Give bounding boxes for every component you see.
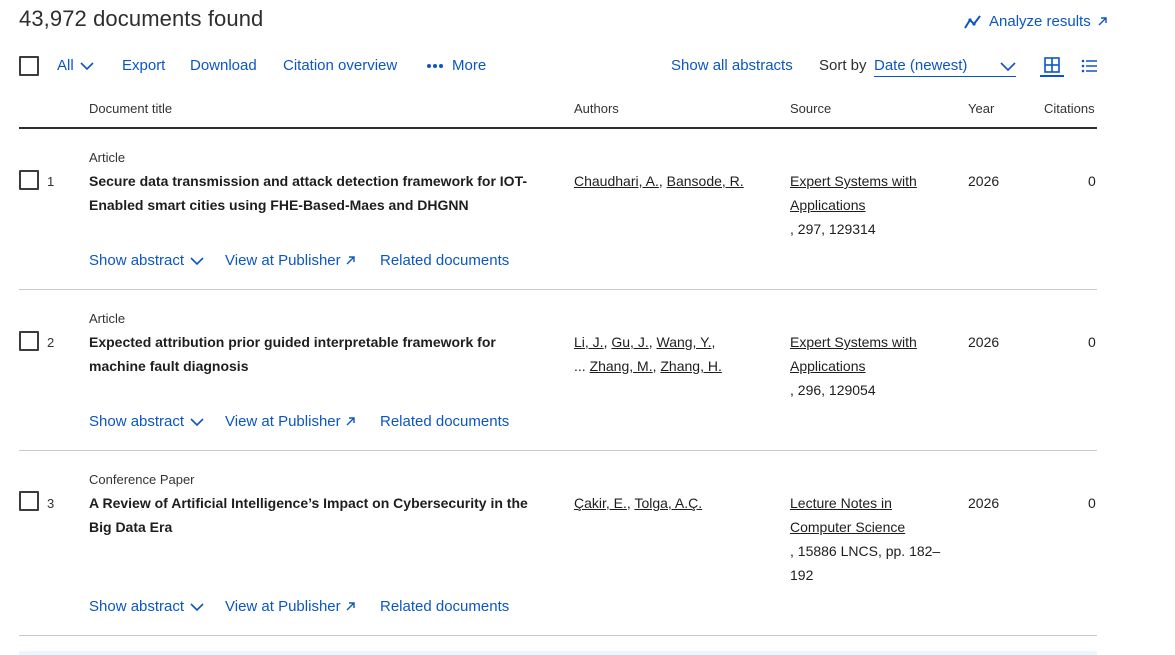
source-cell: Expert Systems with Applications , 297, … — [790, 169, 950, 241]
view-at-publisher-link[interactable]: View at Publisher — [225, 413, 380, 430]
source-cell: Expert Systems with Applications , 296, … — [790, 330, 950, 402]
sort-select[interactable]: Date (newest) — [874, 55, 1016, 77]
select-all-label: All — [57, 57, 74, 74]
citations-count[interactable]: 0 — [1088, 173, 1096, 189]
column-header-year[interactable]: Year — [968, 101, 994, 116]
source-link[interactable]: Lecture Notes in Computer Science — [790, 495, 905, 535]
column-header-authors[interactable]: Authors — [574, 101, 619, 116]
table-view-icon — [1044, 57, 1060, 73]
more-dots-icon — [427, 63, 443, 68]
source-link[interactable]: Expert Systems with Applications — [790, 334, 917, 374]
document-type: Article — [89, 311, 126, 326]
document-type: Article — [89, 150, 126, 165]
authors-ellipsis: ... — [574, 358, 586, 374]
show-abstract-button[interactable]: Show abstract — [89, 413, 225, 430]
list-view-icon — [1081, 59, 1097, 73]
author-link[interactable]: Çakir, E. — [574, 495, 627, 511]
grid-view-button[interactable] — [1040, 55, 1064, 77]
analyze-results-label: Analyze results — [989, 13, 1091, 30]
row-checkbox[interactable] — [19, 331, 39, 351]
related-documents-link[interactable]: Related documents — [380, 252, 509, 269]
year-value: 2026 — [968, 495, 1000, 511]
show-abstract-label: Show abstract — [89, 413, 185, 430]
external-arrow-icon — [1098, 17, 1107, 26]
chevron-down-icon — [190, 417, 204, 426]
authors-list: Çakir, E., Tolga, A.Ç. — [574, 495, 703, 511]
row-checkbox[interactable] — [19, 170, 39, 190]
author-link[interactable]: Tolga, A.Ç. — [634, 495, 702, 511]
row-divider — [19, 635, 1097, 636]
source-detail: , 297, 129314 — [790, 221, 876, 237]
author-link[interactable]: Li, J. — [574, 334, 604, 350]
authors-list: Li, J., Gu, J., Wang, Y., ... Zhang, M.,… — [574, 334, 722, 374]
analyze-results-link[interactable]: Analyze results — [963, 13, 1108, 30]
row-actions: Show abstract View at Publisher Related … — [89, 252, 509, 269]
citations-count[interactable]: 0 — [1088, 334, 1096, 350]
chevron-down-icon — [190, 256, 204, 265]
row-actions: Show abstract View at Publisher Related … — [89, 413, 509, 430]
author-link[interactable]: Gu, J. — [611, 334, 648, 350]
row-divider — [19, 289, 1097, 290]
chevron-down-icon — [1000, 62, 1016, 71]
show-abstract-label: Show abstract — [89, 252, 185, 269]
row-number: 1 — [47, 174, 55, 189]
external-arrow-icon — [346, 256, 355, 265]
view-at-publisher-link[interactable]: View at Publisher — [225, 598, 380, 615]
citations-count[interactable]: 0 — [1088, 495, 1096, 511]
source-link[interactable]: Expert Systems with Applications — [790, 173, 917, 213]
document-title-link[interactable]: Expected attribution prior guided interp… — [89, 330, 529, 378]
show-abstract-button[interactable]: Show abstract — [89, 252, 225, 269]
row-checkbox[interactable] — [19, 491, 39, 511]
year-value: 2026 — [968, 334, 1000, 350]
document-type: Conference Paper — [89, 472, 195, 487]
show-all-abstracts-button[interactable]: Show all abstracts — [671, 57, 793, 74]
document-title-link[interactable]: A Review of Artificial Intelligence’s Im… — [89, 491, 529, 539]
column-header-source[interactable]: Source — [790, 101, 831, 116]
show-abstract-button[interactable]: Show abstract — [89, 598, 225, 615]
list-view-button[interactable] — [1077, 55, 1101, 77]
year-value: 2026 — [968, 173, 1000, 189]
source-cell: Lecture Notes in Computer Science , 1588… — [790, 491, 950, 587]
view-at-publisher-label: View at Publisher — [225, 598, 341, 615]
view-at-publisher-label: View at Publisher — [225, 252, 341, 269]
author-link[interactable]: Wang, Y. — [657, 334, 712, 350]
row-number: 2 — [47, 335, 55, 350]
trend-chart-icon — [964, 14, 981, 29]
source-detail: , 296, 129054 — [790, 382, 876, 398]
source-detail: , 15886 LNCS, pp. 182–192 — [790, 543, 941, 583]
row-actions: Show abstract View at Publisher Related … — [89, 598, 509, 615]
next-row-highlight — [19, 651, 1097, 655]
show-abstract-label: Show abstract — [89, 598, 185, 615]
column-header-citations[interactable]: Citations — [1044, 101, 1095, 116]
select-all-checkbox[interactable] — [19, 56, 39, 76]
header-divider — [19, 127, 1097, 129]
chevron-down-icon — [80, 61, 94, 70]
author-link[interactable]: Zhang, H. — [660, 358, 721, 374]
citation-overview-button[interactable]: Citation overview — [283, 57, 397, 74]
external-arrow-icon — [346, 417, 355, 426]
sort-by-label: Sort by — [819, 57, 867, 74]
more-button[interactable]: More — [426, 57, 486, 74]
more-label: More — [452, 57, 487, 74]
download-button[interactable]: Download — [190, 57, 257, 74]
row-divider — [19, 450, 1097, 451]
column-header-title[interactable]: Document title — [89, 101, 172, 116]
export-button[interactable]: Export — [122, 57, 165, 74]
document-title-link[interactable]: Secure data transmission and attack dete… — [89, 169, 529, 217]
select-all-dropdown[interactable]: All — [57, 57, 94, 74]
external-arrow-icon — [346, 602, 355, 611]
sort-value: Date (newest) — [874, 57, 968, 74]
related-documents-link[interactable]: Related documents — [380, 413, 509, 430]
related-documents-link[interactable]: Related documents — [380, 598, 509, 615]
author-link[interactable]: Zhang, M. — [590, 358, 653, 374]
row-number: 3 — [47, 496, 55, 511]
results-count: 43,972 documents found — [19, 6, 264, 31]
authors-list: Chaudhari, A., Bansode, R. — [574, 173, 744, 189]
author-link[interactable]: Bansode, R. — [667, 173, 744, 189]
view-at-publisher-link[interactable]: View at Publisher — [225, 252, 380, 269]
view-at-publisher-label: View at Publisher — [225, 413, 341, 430]
author-link[interactable]: Chaudhari, A. — [574, 173, 659, 189]
chevron-down-icon — [190, 602, 204, 611]
results-toolbar: All Export Download Citation overview Mo… — [19, 55, 1109, 79]
